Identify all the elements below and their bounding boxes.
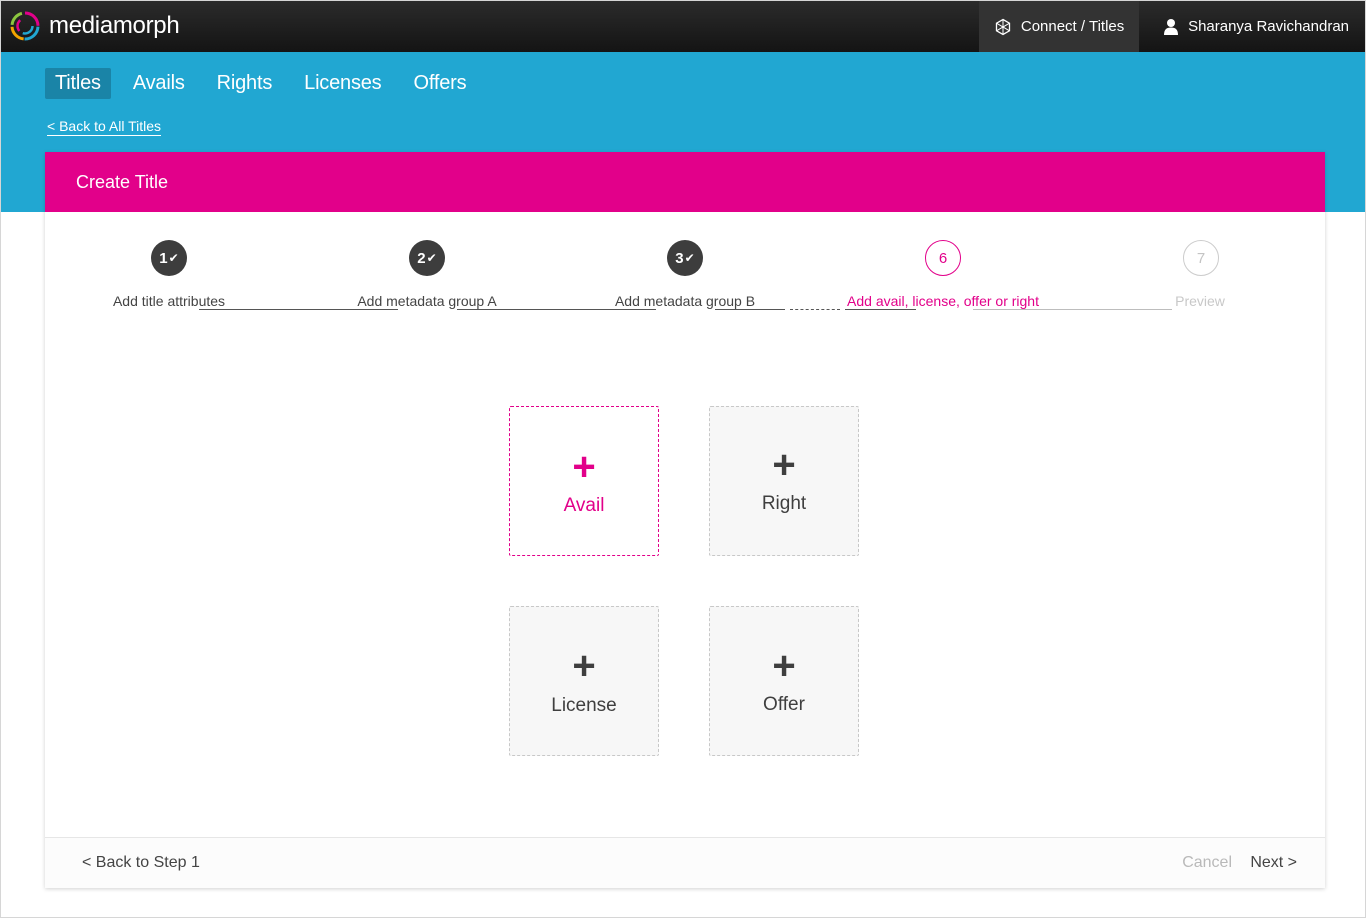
user-name: Sharanya Ravichandran — [1188, 18, 1349, 35]
user-menu[interactable]: Sharanya Ravichandran — [1139, 1, 1365, 52]
step-2-label[interactable]: Add metadata group A — [357, 293, 496, 309]
top-bar: mediamorph Connect / Titles Sharanya Rav… — [1, 1, 1365, 52]
back-to-all-titles-link[interactable]: < Back to All Titles — [47, 118, 161, 136]
add-offer-label: Offer — [763, 694, 805, 715]
nav-tab-avails[interactable]: Avails — [123, 68, 195, 99]
brand-logo[interactable]: mediamorph — [9, 9, 180, 43]
step-2-number: 2 — [417, 249, 426, 267]
checkmark-icon: ✔ — [426, 251, 437, 265]
back-to-step-button[interactable]: < Back to Step 1 — [82, 854, 200, 872]
nav-tab-titles[interactable]: Titles — [45, 68, 111, 99]
step-connector-collapsed — [790, 309, 840, 310]
add-avail-label: Avail — [563, 495, 605, 516]
step-connector — [199, 309, 398, 310]
plus-icon: + — [772, 443, 796, 487]
step-connector — [457, 309, 656, 310]
step-7-number: 7 — [1196, 249, 1206, 267]
add-offer-tile[interactable]: + Offer — [709, 606, 859, 756]
add-right-tile[interactable]: + Right — [709, 406, 859, 556]
user-icon — [1164, 19, 1179, 35]
add-license-label: License — [551, 695, 617, 716]
step-7-label: Preview — [1175, 293, 1225, 309]
card-footer: < Back to Step 1 Cancel Next > — [45, 837, 1325, 888]
step-6-indicator[interactable]: 6 — [925, 240, 961, 276]
brand-name: mediamorph — [49, 12, 180, 39]
plus-icon: + — [572, 644, 596, 688]
next-button[interactable]: Next > — [1250, 854, 1297, 872]
page-title: Create Title — [76, 171, 169, 192]
network-globe-icon — [995, 18, 1011, 35]
plus-icon: + — [772, 644, 796, 688]
add-license-tile[interactable]: + License — [509, 606, 659, 756]
mediamorph-logo-icon — [10, 11, 40, 41]
step-7-indicator: 7 — [1183, 240, 1219, 276]
nav-tab-offers[interactable]: Offers — [403, 68, 476, 99]
stepper: 1 ✔ Add title attributes 2 ✔ Add metadata … — [45, 212, 1325, 332]
main-nav: Titles Avails Rights Licenses Offers — [45, 68, 488, 99]
nav-tab-rights[interactable]: Rights — [207, 68, 283, 99]
step-1-number: 1 — [159, 249, 168, 267]
checkmark-icon: ✔ — [168, 251, 179, 265]
step-1-indicator[interactable]: 1 ✔ — [151, 240, 187, 276]
nav-tab-licenses[interactable]: Licenses — [294, 68, 391, 99]
step-connector — [715, 309, 785, 310]
step-1-label[interactable]: Add title attributes — [113, 293, 225, 309]
checkmark-icon: ✔ — [684, 251, 695, 265]
step-3-indicator[interactable]: 3 ✔ — [667, 240, 703, 276]
add-right-label: Right — [761, 493, 807, 514]
cancel-button[interactable]: Cancel — [1182, 854, 1232, 872]
step-connector — [845, 309, 916, 310]
connect-titles-label: Connect / Titles — [1020, 18, 1125, 35]
step-3-number: 3 — [675, 249, 684, 267]
add-avail-tile[interactable]: + Avail — [509, 406, 659, 556]
card-header: Create Title — [45, 152, 1325, 212]
step-6-number: 6 — [938, 249, 948, 267]
step-3-label[interactable]: Add metadata group B — [615, 293, 755, 309]
connect-titles-button[interactable]: Connect / Titles — [979, 1, 1140, 52]
step-2-indicator[interactable]: 2 ✔ — [409, 240, 445, 276]
plus-icon: + — [572, 445, 596, 489]
step-connector — [973, 309, 1172, 310]
step-6-label[interactable]: Add avail, license, offer or right — [847, 293, 1039, 309]
create-title-card: Create Title 1 ✔ Add title attributes 2 ✔ … — [45, 152, 1325, 888]
